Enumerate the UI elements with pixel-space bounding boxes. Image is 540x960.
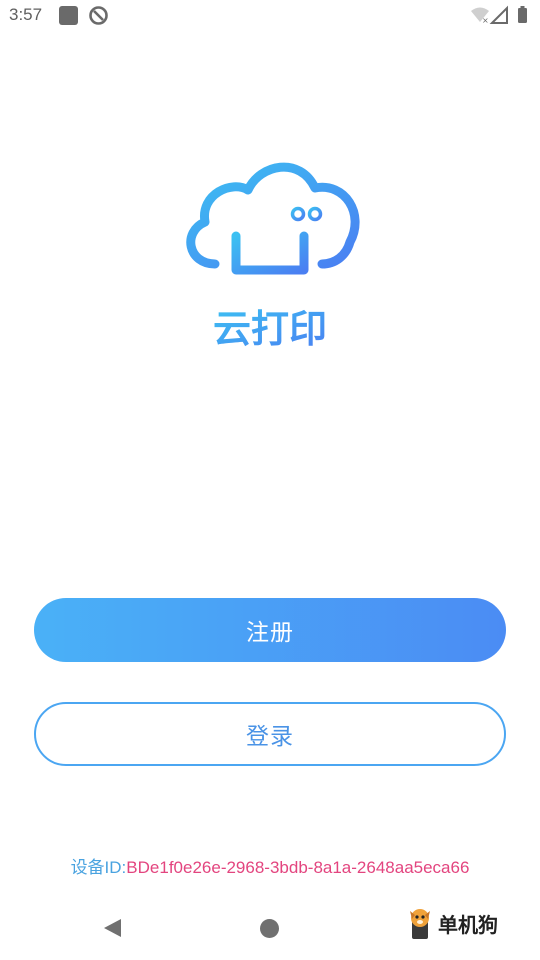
notification-app-icon [59, 6, 78, 25]
watermark-text: 单机狗 [438, 913, 498, 937]
wifi-off-icon: × [471, 7, 489, 25]
app-logo: 云打印 [170, 152, 370, 352]
status-time: 3:57 [9, 5, 43, 24]
svg-text:×: × [482, 16, 489, 25]
back-triangle-icon [104, 919, 121, 937]
app-screen: 3:57 × 云打印 注册 登录 设备ID:BDe1f0e26e-2968-3b… [0, 0, 540, 960]
cellular-signal-icon [489, 5, 508, 24]
watermark: 单机狗 [406, 905, 526, 945]
nav-back-button[interactable] [101, 917, 123, 943]
nav-home-button[interactable] [260, 919, 279, 938]
sync-status-icon [88, 5, 109, 30]
device-id-line: 设备ID:BDe1f0e26e-2968-3bdb-8a1a-2648aa5ec… [0, 853, 540, 878]
login-button[interactable]: 登录 [34, 702, 506, 766]
cloud-printer-icon: 云打印 [186, 162, 360, 351]
app-name-text: 云打印 [213, 307, 327, 351]
status-right-icons: × [470, 5, 532, 29]
dog-mascot-icon [410, 909, 430, 939]
device-id-label: 设备ID: [70, 858, 127, 877]
register-button[interactable]: 注册 [34, 598, 506, 662]
battery-icon [518, 6, 527, 23]
status-bar: 3:57 × [0, 0, 540, 34]
device-id-value: BDe1f0e26e-2968-3bdb-8a1a-2648aa5eca66 [126, 858, 470, 877]
